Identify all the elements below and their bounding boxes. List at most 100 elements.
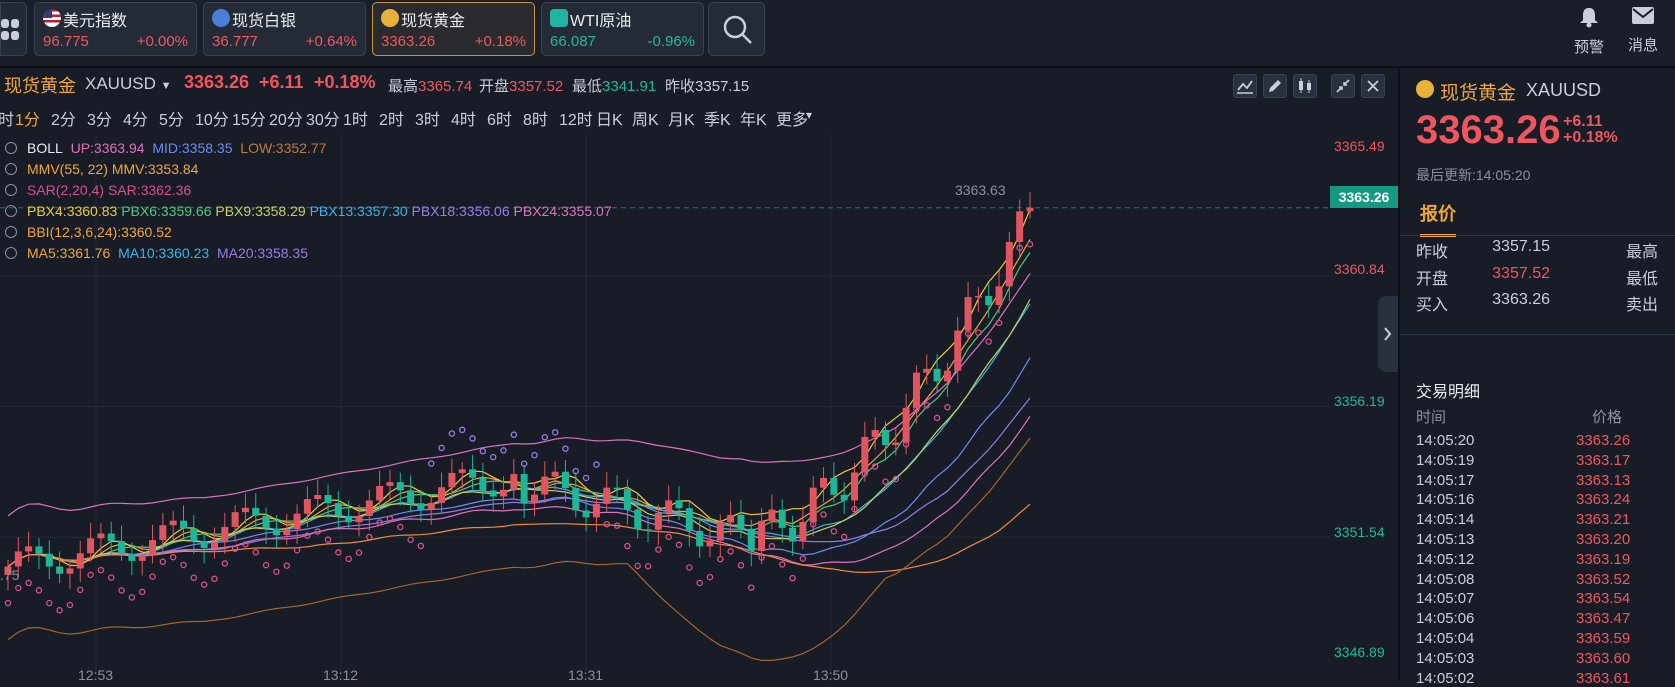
period-14[interactable]: 6时 — [487, 106, 512, 130]
shrink-button[interactable] — [1331, 74, 1355, 98]
candle-body — [737, 514, 745, 529]
candle-body — [830, 477, 838, 495]
period-19[interactable]: 月K — [668, 106, 695, 130]
sar-dot — [448, 430, 456, 437]
settings-icon[interactable] — [5, 247, 17, 259]
quote-card-gold[interactable]: 现货黄金 3363.26 +0.18% — [372, 2, 535, 56]
period-15[interactable]: 8时 — [523, 106, 548, 130]
indicator-ma[interactable]: MA5:3361.76 MA10:3360.23 MA20:3358.35 — [0, 245, 308, 261]
period-17[interactable]: 日K — [596, 106, 623, 130]
candle-body — [56, 566, 64, 574]
indicator-boll[interactable]: BOLL UP:3363.94 MID:3358.35 LOW:3352.77 — [0, 140, 326, 156]
candle-body — [179, 520, 187, 529]
indicator-mmv[interactable]: MMV(55, 22) MMV:3353.84 — [0, 161, 198, 177]
bell-icon — [1580, 8, 1598, 28]
indicator-bbi[interactable]: BBI(12,3,6,24):3360.52 — [0, 224, 172, 240]
candle-body — [35, 546, 43, 554]
period-4[interactable]: 4分 — [123, 106, 148, 130]
symbol-selector[interactable]: XAUUSD ▼ — [85, 74, 171, 94]
indicator-sar[interactable]: SAR(2,20,4) SAR:3362.36 — [0, 182, 191, 198]
settings-icon[interactable] — [5, 184, 17, 196]
period-12[interactable]: 3时 — [415, 106, 440, 130]
candle-body — [190, 528, 198, 542]
settings-icon[interactable] — [5, 226, 17, 238]
stat-open: 开盘3357.52 — [479, 78, 564, 95]
sar-dot — [345, 555, 352, 563]
sar-dot — [458, 426, 466, 434]
stat-high: 最高3365.74 — [388, 78, 473, 95]
candle-body — [458, 469, 466, 473]
sar-dot — [644, 562, 652, 570]
sar-dot — [727, 548, 734, 555]
quote-card-silver[interactable]: 现货白银 36.777 +0.64% — [203, 2, 366, 56]
last-updated: 最后更新:14:05:20 — [1416, 167, 1531, 183]
period-3[interactable]: 3分 — [87, 106, 112, 130]
gold-coin-icon — [1416, 80, 1434, 98]
period-20[interactable]: 季K — [704, 106, 731, 130]
quote-card-usd-index[interactable]: 美元指数 96.775 +0.00% — [34, 2, 197, 56]
settings-icon[interactable] — [5, 163, 17, 175]
period-21[interactable]: 年K — [740, 106, 767, 130]
quote-price: 96.775 — [43, 33, 89, 50]
period-18[interactable]: 周K — [632, 106, 659, 130]
oil-icon — [550, 9, 568, 27]
period-22[interactable]: 更多 — [776, 106, 808, 130]
period-13[interactable]: 4时 — [451, 106, 476, 130]
trades-title: 交易明细 — [1416, 384, 1481, 401]
period-6[interactable]: 10分 — [195, 106, 229, 130]
candle-body — [324, 494, 332, 504]
period-0[interactable]: 时 — [0, 106, 14, 130]
candle-body — [365, 500, 373, 517]
period-7[interactable]: 15分 — [232, 106, 266, 130]
candle-body — [644, 529, 652, 531]
period-1[interactable]: 1分 — [15, 106, 40, 130]
candle-body — [923, 368, 931, 373]
divider — [1400, 334, 1675, 335]
period-16[interactable]: 12时 — [559, 106, 593, 130]
panel-toggle-button[interactable] — [1378, 296, 1398, 372]
boll-lower-line — [7, 437, 1031, 662]
settings-icon[interactable] — [5, 205, 17, 217]
tab-quote[interactable]: 报价 — [1420, 200, 1456, 237]
chart-area[interactable]: BOLL UP:3363.94 MID:3358.35 LOW:3352.77 … — [0, 134, 1398, 681]
candle-body — [654, 513, 662, 530]
sar-dot — [159, 558, 167, 566]
period-5[interactable]: 5分 — [159, 106, 184, 130]
message-button[interactable]: 消息 — [1623, 6, 1663, 55]
candle-body — [97, 533, 105, 539]
candle-body — [469, 469, 477, 478]
menu-button[interactable] — [0, 2, 27, 56]
indicator-pbx[interactable]: PBX4:3360.83 PBX6:3359.66 PBX9:3358.29 P… — [0, 203, 612, 219]
quote-card-wti-oil[interactable]: WTI原油 66.087 -0.96% — [541, 2, 704, 56]
sar-dot — [944, 403, 951, 411]
close-chart-button[interactable] — [1361, 74, 1385, 98]
alert-button[interactable]: 预警 — [1569, 6, 1609, 57]
candle-body — [582, 510, 590, 518]
indicator-tool-button[interactable] — [1233, 74, 1257, 98]
period-8[interactable]: 20分 — [269, 106, 303, 130]
period-11[interactable]: 2时 — [379, 106, 404, 130]
chart-type-button[interactable] — [1293, 74, 1317, 98]
candle-body — [902, 407, 910, 443]
settings-icon[interactable] — [5, 142, 17, 154]
side-panel: 现货黄金 XAUUSD 3363.26 +6.11 +0.18% 最后更新:14:… — [1398, 68, 1675, 687]
chart-pct: +0.18% — [314, 72, 376, 92]
period-9[interactable]: 30分 — [306, 106, 340, 130]
search-button[interactable] — [708, 2, 765, 56]
last-price-hint: 3363.63 — [955, 182, 1006, 198]
sar-dot — [417, 542, 425, 550]
sar-dot — [933, 414, 941, 422]
sar-dot — [882, 478, 889, 485]
candle-body — [396, 482, 404, 491]
sar-dot — [593, 461, 600, 468]
candle-body — [149, 540, 157, 556]
candle-body — [1026, 207, 1034, 212]
period-10[interactable]: 1时 — [343, 106, 368, 130]
panel-symbol: XAUUSD — [1526, 80, 1602, 100]
candle-body — [995, 286, 1003, 306]
sar-dot — [283, 562, 290, 569]
chevron-right-icon — [1384, 327, 1392, 341]
period-2[interactable]: 2分 — [51, 106, 76, 130]
sar-dot — [655, 546, 662, 553]
draw-tool-button[interactable] — [1263, 74, 1287, 98]
